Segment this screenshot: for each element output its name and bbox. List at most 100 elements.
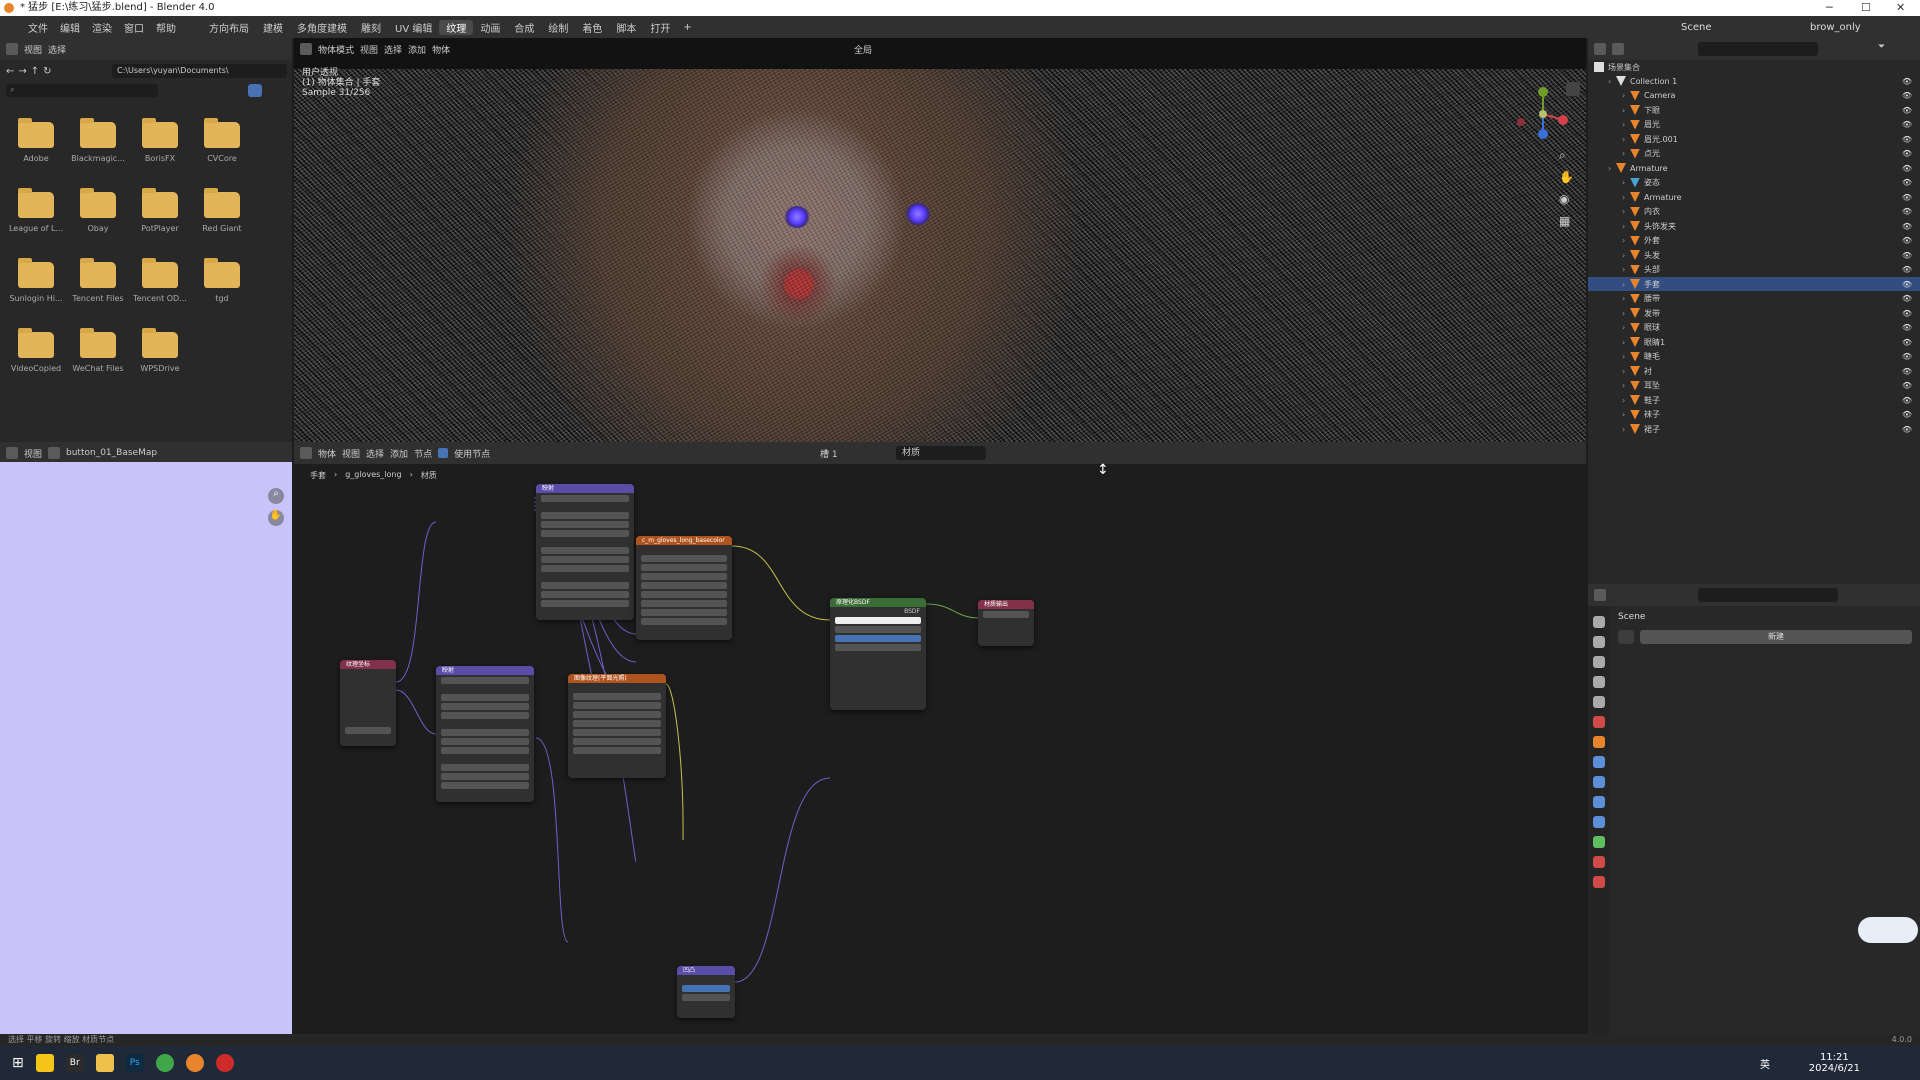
visibility-eye-icon[interactable]: 👁 (1902, 309, 1912, 318)
visibility-eye-icon[interactable]: 👁 (1902, 91, 1912, 100)
outliner-item[interactable]: › 眉光.001 👁 (1588, 132, 1920, 146)
ie-menu-view[interactable]: 视图 (24, 447, 42, 460)
folder-item[interactable]: League of L... (6, 188, 66, 233)
visibility-eye-icon[interactable]: 👁 (1902, 396, 1912, 405)
fb-menu-select[interactable]: 选择 (48, 43, 66, 56)
outliner-item[interactable]: › Armature 👁 (1588, 161, 1920, 175)
tab-modeling[interactable]: 建模 (256, 20, 290, 35)
constraints-icon[interactable] (1593, 816, 1605, 828)
recorder-app-icon[interactable] (215, 1054, 234, 1072)
visibility-eye-icon[interactable]: 👁 (1902, 280, 1912, 289)
image-canvas[interactable]: ⌕ ✋ (0, 462, 292, 1034)
assistant-avatar[interactable] (1858, 917, 1918, 943)
visibility-eye-icon[interactable]: 👁 (1902, 120, 1912, 129)
visibility-eye-icon[interactable]: 👁 (1902, 236, 1912, 245)
outliner-root[interactable]: 场景集合 (1588, 60, 1920, 74)
outliner-item[interactable]: › 裙子 👁 (1588, 422, 1920, 436)
menu-render[interactable]: 渲染 (86, 20, 118, 35)
view-layer-selector[interactable]: brow_only (1804, 22, 1867, 33)
visibility-eye-icon[interactable]: 👁 (1902, 265, 1912, 274)
expand-arrow-icon[interactable]: › (1622, 280, 1630, 289)
outliner-item[interactable]: › 姿态 👁 (1588, 176, 1920, 190)
pan-hand-icon[interactable]: ✋ (268, 510, 284, 526)
editor-type-icon[interactable] (1594, 589, 1606, 601)
add-workspace-button[interactable]: + (677, 22, 697, 33)
visibility-eye-icon[interactable]: 👁 (1902, 251, 1912, 260)
visibility-eye-icon[interactable]: 👁 (1902, 352, 1912, 361)
node-texture-coordinate[interactable]: 纹理坐标 (340, 660, 396, 746)
shader-node-editor[interactable]: 物体 视图 选择 添加 节点 使用节点 槽 1 材质 手套 › g_gloves_… (294, 442, 1586, 1034)
output-icon[interactable] (1593, 656, 1605, 668)
outliner-item[interactable]: › 腰带 👁 (1588, 292, 1920, 306)
menu-window[interactable]: 窗口 (118, 20, 150, 35)
tab-drawing[interactable]: 绘制 (541, 20, 575, 35)
minimize-button[interactable]: ─ (1826, 0, 1833, 16)
visibility-eye-icon[interactable]: 👁 (1902, 222, 1912, 231)
node-image-texture-2[interactable]: 图像纹理(平面光照) (568, 674, 666, 778)
view-layer-icon[interactable] (1593, 676, 1605, 688)
outliner-item[interactable]: › 耳坠 👁 (1588, 379, 1920, 393)
tab-shading[interactable]: 着色 (575, 20, 609, 35)
tab-compositing[interactable]: 合成 (507, 20, 541, 35)
visibility-eye-icon[interactable]: 👁 (1902, 323, 1912, 332)
maximize-button[interactable]: ☐ (1861, 0, 1871, 16)
visibility-eye-icon[interactable]: 👁 (1902, 294, 1912, 303)
vp-menu-add[interactable]: 添加 (408, 43, 426, 56)
folder-item[interactable]: tgd (192, 258, 252, 303)
tab-layout[interactable]: 方向布局 (202, 20, 256, 35)
photoshop-app-icon[interactable]: Ps (125, 1054, 144, 1072)
folder-item[interactable]: Tencent OD... (130, 258, 190, 303)
zoom-icon[interactable]: ⌕ (1559, 148, 1566, 163)
outliner-item[interactable]: › 外套 👁 (1588, 234, 1920, 248)
folder-item[interactable]: WPSDrive (130, 328, 190, 373)
visibility-eye-icon[interactable]: 👁 (1902, 149, 1912, 158)
expand-arrow-icon[interactable]: › (1622, 294, 1630, 303)
outliner-item[interactable]: › 点光 👁 (1588, 147, 1920, 161)
outliner-item[interactable]: › 睫毛 👁 (1588, 350, 1920, 364)
navigation-gizmo[interactable] (1513, 84, 1573, 144)
files-app-icon[interactable] (35, 1054, 54, 1072)
tab-multi-modeling[interactable]: 多角度建模 (290, 20, 354, 35)
folder-item[interactable]: CVCore (192, 118, 252, 163)
outliner-item[interactable]: › 袜子 👁 (1588, 408, 1920, 422)
world-icon[interactable] (1618, 630, 1634, 644)
outliner-item[interactable]: › 头饰发夹 👁 (1588, 219, 1920, 233)
expand-arrow-icon[interactable]: › (1622, 120, 1630, 129)
render-icon[interactable] (1593, 636, 1605, 648)
image-name-field[interactable]: button_01_BaseMap (66, 448, 157, 458)
blender-app-icon[interactable] (185, 1054, 204, 1072)
filter-icon[interactable]: ⏷ (1878, 42, 1885, 52)
fb-menu-view[interactable]: 视图 (24, 43, 42, 56)
visibility-eye-icon[interactable]: 👁 (1902, 381, 1912, 390)
outliner-item[interactable]: › 发带 👁 (1588, 306, 1920, 320)
folder-item[interactable]: Blackmagic... (68, 118, 128, 163)
particles-icon[interactable] (1593, 776, 1605, 788)
object-icon[interactable] (1593, 736, 1605, 748)
expand-arrow-icon[interactable]: › (1622, 338, 1630, 347)
folder-item[interactable]: Adobe (6, 118, 66, 163)
visibility-eye-icon[interactable]: 👁 (1902, 164, 1912, 173)
data-icon[interactable] (1593, 836, 1605, 848)
menu-file[interactable]: 文件 (22, 20, 54, 35)
physics-icon[interactable] (1593, 796, 1605, 808)
modifier-icon[interactable] (1593, 756, 1605, 768)
expand-arrow-icon[interactable]: › (1622, 106, 1630, 115)
pan-hand-icon[interactable]: ✋ (1559, 170, 1574, 184)
outliner-item[interactable]: › Armature 👁 (1588, 190, 1920, 204)
world-icon[interactable] (1593, 716, 1605, 728)
node-image-texture[interactable]: c_m_gloves_long_basecolor (636, 536, 732, 640)
texture-icon[interactable] (1593, 876, 1605, 888)
folder-item[interactable]: Sunlogin Hi... (6, 258, 66, 303)
outliner-item[interactable]: › Collection 1 👁 (1588, 74, 1920, 88)
parent-dir-icon[interactable]: ↑ (31, 66, 39, 77)
node-principled-bsdf[interactable]: 原理化BSDF BSDF (830, 598, 926, 710)
outliner-item[interactable]: › 眼球 👁 (1588, 321, 1920, 335)
outliner-item[interactable]: › 头发 👁 (1588, 248, 1920, 262)
expand-arrow-icon[interactable]: › (1622, 178, 1630, 187)
expand-arrow-icon[interactable]: › (1622, 222, 1630, 231)
axis-gizmo-icon[interactable] (1513, 84, 1573, 144)
tab-sculpting[interactable]: 雕刻 (354, 20, 388, 35)
windows-start-icon[interactable]: ⊞ (12, 1055, 24, 1071)
folder-item[interactable]: BorisFX (130, 118, 190, 163)
visibility-eye-icon[interactable]: 👁 (1902, 135, 1912, 144)
